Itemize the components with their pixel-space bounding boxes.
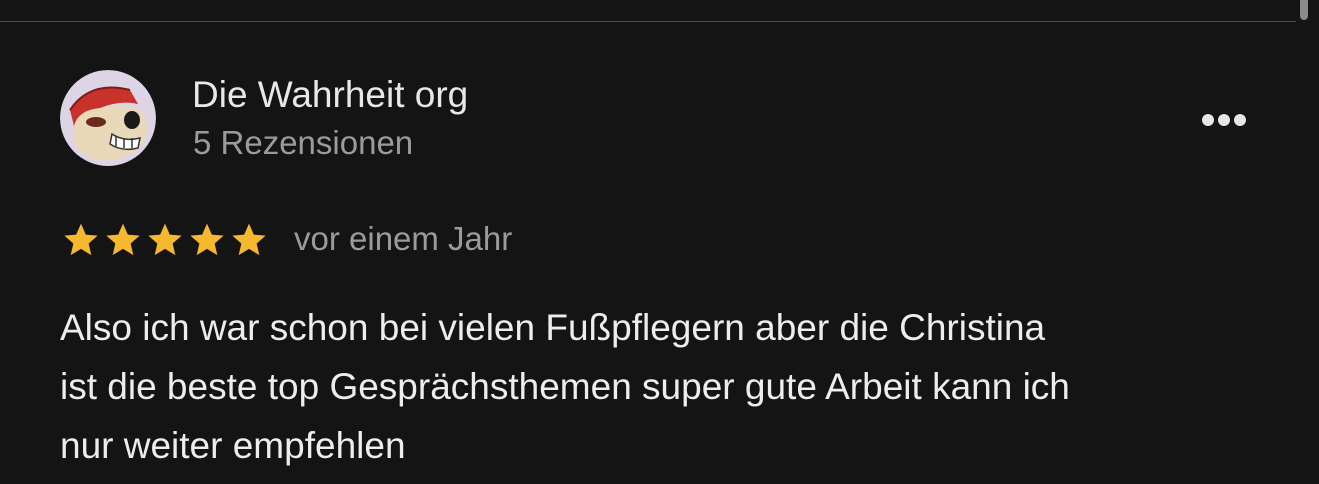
avatar-image	[60, 70, 156, 166]
scrollbar[interactable]	[1300, 0, 1308, 20]
divider	[0, 21, 1296, 22]
review-count: 5 Rezensionen	[193, 124, 414, 161]
review-text-line: ist die beste top Gesprächsthemen super …	[60, 366, 1070, 407]
star-icon	[106, 223, 140, 256]
avatar[interactable]	[60, 70, 156, 166]
star-icon	[64, 223, 98, 256]
star-rating	[60, 220, 270, 260]
star-icon	[190, 223, 224, 256]
more-horizontal-icon	[1202, 114, 1214, 126]
review-card: Die Wahrheit org 5 Rezensionen vor einem…	[0, 0, 1319, 484]
more-options-button[interactable]	[1192, 100, 1256, 140]
star-icon	[148, 223, 182, 256]
star-icon	[232, 223, 266, 256]
review-text: Also ich war schon bei vielen Fußpfleger…	[60, 298, 1290, 475]
author-name[interactable]: Die Wahrheit org	[192, 74, 468, 116]
review-text-line: nur weiter empfehlen	[60, 425, 406, 466]
more-horizontal-icon	[1234, 114, 1246, 126]
more-horizontal-icon	[1218, 114, 1230, 126]
review-text-line: Also ich war schon bei vielen Fußpfleger…	[60, 307, 1046, 348]
review-date: vor einem Jahr	[294, 220, 513, 257]
